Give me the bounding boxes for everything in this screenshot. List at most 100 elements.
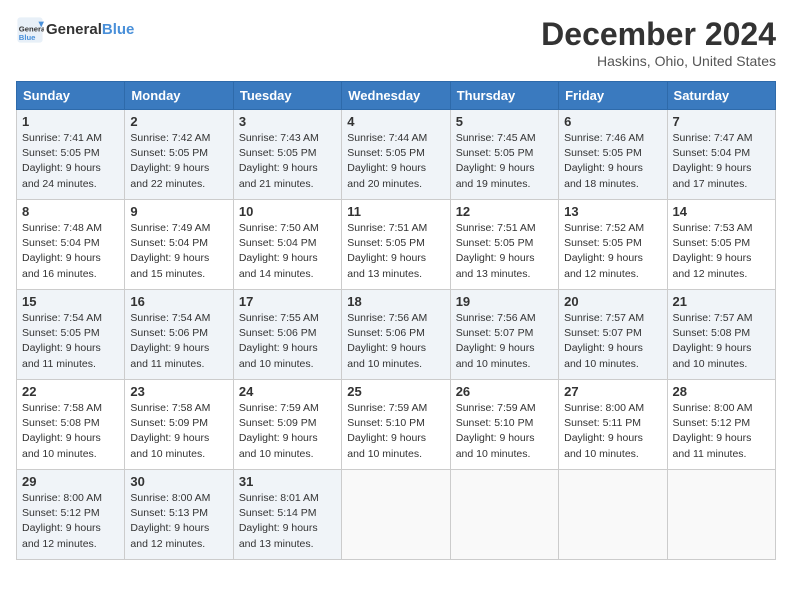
calendar-cell: 8 Sunrise: 7:48 AMSunset: 5:04 PMDaylight… <box>17 200 125 290</box>
day-number: 10 <box>239 204 336 219</box>
weekday-header-monday: Monday <box>125 82 233 110</box>
calendar-cell: 9 Sunrise: 7:49 AMSunset: 5:04 PMDaylight… <box>125 200 233 290</box>
calendar-cell: 1 Sunrise: 7:41 AMSunset: 5:05 PMDaylight… <box>17 110 125 200</box>
calendar-cell: 21Sunrise: 7:57 AMSunset: 5:08 PMDayligh… <box>667 290 775 380</box>
calendar-cell: 12 Sunrise: 7:51 AMSunset: 5:05 PMDayligh… <box>450 200 558 290</box>
day-info: Sunrise: 8:00 AMSunset: 5:13 PMDaylight:… <box>130 491 227 552</box>
logo-icon: General Blue <box>16 16 44 44</box>
day-info: Sunrise: 7:53 AMSunset: 5:05 PMDaylight:… <box>673 221 770 282</box>
day-number: 31 <box>239 474 336 489</box>
day-number: 4 <box>347 114 444 129</box>
day-info: Sunrise: 7:59 AMSunset: 5:09 PMDaylight:… <box>239 401 336 462</box>
day-info: Sunrise: 7:49 AMSunset: 5:04 PMDaylight:… <box>130 221 227 282</box>
calendar-cell: 30Sunrise: 8:00 AMSunset: 5:13 PMDayligh… <box>125 470 233 560</box>
day-number: 16 <box>130 294 227 309</box>
day-info: Sunrise: 7:59 AMSunset: 5:10 PMDaylight:… <box>347 401 444 462</box>
calendar-cell: 10 Sunrise: 7:50 AMSunset: 5:04 PMDayligh… <box>233 200 341 290</box>
weekday-header-saturday: Saturday <box>667 82 775 110</box>
logo: General Blue GeneralBlue <box>16 16 134 44</box>
day-number: 24 <box>239 384 336 399</box>
calendar-cell: 23Sunrise: 7:58 AMSunset: 5:09 PMDayligh… <box>125 380 233 470</box>
calendar-cell: 2 Sunrise: 7:42 AMSunset: 5:05 PMDaylight… <box>125 110 233 200</box>
day-number: 1 <box>22 114 119 129</box>
day-number: 6 <box>564 114 661 129</box>
day-info: Sunrise: 8:01 AMSunset: 5:14 PMDaylight:… <box>239 491 336 552</box>
day-info: Sunrise: 7:47 AMSunset: 5:04 PMDaylight:… <box>673 131 770 192</box>
day-number: 2 <box>130 114 227 129</box>
day-info: Sunrise: 7:54 AMSunset: 5:06 PMDaylight:… <box>130 311 227 372</box>
day-number: 11 <box>347 204 444 219</box>
calendar-cell: 27 Sunrise: 8:00 AMSunset: 5:11 PMDayligh… <box>559 380 667 470</box>
weekday-header-wednesday: Wednesday <box>342 82 450 110</box>
calendar-cell <box>559 470 667 560</box>
calendar-cell: 29 Sunrise: 8:00 AMSunset: 5:12 PMDayligh… <box>17 470 125 560</box>
day-info: Sunrise: 7:41 AMSunset: 5:05 PMDaylight:… <box>22 131 119 192</box>
calendar-week-2: 8 Sunrise: 7:48 AMSunset: 5:04 PMDaylight… <box>17 200 776 290</box>
calendar-cell: 20 Sunrise: 7:57 AMSunset: 5:07 PMDayligh… <box>559 290 667 380</box>
day-info: Sunrise: 7:42 AMSunset: 5:05 PMDaylight:… <box>130 131 227 192</box>
day-info: Sunrise: 7:57 AMSunset: 5:07 PMDaylight:… <box>564 311 661 372</box>
calendar-cell: 16 Sunrise: 7:54 AMSunset: 5:06 PMDayligh… <box>125 290 233 380</box>
logo-text-blue: Blue <box>102 21 135 38</box>
calendar-cell: 14 Sunrise: 7:53 AMSunset: 5:05 PMDayligh… <box>667 200 775 290</box>
weekday-header-sunday: Sunday <box>17 82 125 110</box>
calendar-cell: 4 Sunrise: 7:44 AMSunset: 5:05 PMDaylight… <box>342 110 450 200</box>
day-info: Sunrise: 7:51 AMSunset: 5:05 PMDaylight:… <box>347 221 444 282</box>
day-info: Sunrise: 8:00 AMSunset: 5:12 PMDaylight:… <box>22 491 119 552</box>
day-info: Sunrise: 7:59 AMSunset: 5:10 PMDaylight:… <box>456 401 553 462</box>
calendar-week-1: 1 Sunrise: 7:41 AMSunset: 5:05 PMDaylight… <box>17 110 776 200</box>
calendar-cell: 24 Sunrise: 7:59 AMSunset: 5:09 PMDayligh… <box>233 380 341 470</box>
calendar-table: SundayMondayTuesdayWednesdayThursdayFrid… <box>16 81 776 560</box>
day-number: 27 <box>564 384 661 399</box>
page-header: General Blue GeneralBlue December 2024 H… <box>16 16 776 69</box>
day-number: 29 <box>22 474 119 489</box>
calendar-cell: 3 Sunrise: 7:43 AMSunset: 5:05 PMDaylight… <box>233 110 341 200</box>
day-number: 18 <box>347 294 444 309</box>
day-number: 9 <box>130 204 227 219</box>
day-number: 5 <box>456 114 553 129</box>
day-number: 13 <box>564 204 661 219</box>
calendar-week-4: 22Sunrise: 7:58 AMSunset: 5:08 PMDayligh… <box>17 380 776 470</box>
day-info: Sunrise: 8:00 AMSunset: 5:12 PMDaylight:… <box>673 401 770 462</box>
day-number: 7 <box>673 114 770 129</box>
day-info: Sunrise: 7:58 AMSunset: 5:08 PMDaylight:… <box>22 401 119 462</box>
calendar-cell: 13 Sunrise: 7:52 AMSunset: 5:05 PMDayligh… <box>559 200 667 290</box>
calendar-cell: 18Sunrise: 7:56 AMSunset: 5:06 PMDayligh… <box>342 290 450 380</box>
day-info: Sunrise: 7:46 AMSunset: 5:05 PMDaylight:… <box>564 131 661 192</box>
calendar-cell: 31 Sunrise: 8:01 AMSunset: 5:14 PMDayligh… <box>233 470 341 560</box>
calendar-cell: 22Sunrise: 7:58 AMSunset: 5:08 PMDayligh… <box>17 380 125 470</box>
day-number: 3 <box>239 114 336 129</box>
day-info: Sunrise: 7:52 AMSunset: 5:05 PMDaylight:… <box>564 221 661 282</box>
calendar-week-5: 29 Sunrise: 8:00 AMSunset: 5:12 PMDayligh… <box>17 470 776 560</box>
calendar-cell: 19 Sunrise: 7:56 AMSunset: 5:07 PMDayligh… <box>450 290 558 380</box>
calendar-cell: 17 Sunrise: 7:55 AMSunset: 5:06 PMDayligh… <box>233 290 341 380</box>
day-number: 8 <box>22 204 119 219</box>
weekday-header-row: SundayMondayTuesdayWednesdayThursdayFrid… <box>17 82 776 110</box>
day-info: Sunrise: 7:50 AMSunset: 5:04 PMDaylight:… <box>239 221 336 282</box>
day-info: Sunrise: 8:00 AMSunset: 5:11 PMDaylight:… <box>564 401 661 462</box>
weekday-header-thursday: Thursday <box>450 82 558 110</box>
day-info: Sunrise: 7:44 AMSunset: 5:05 PMDaylight:… <box>347 131 444 192</box>
day-info: Sunrise: 7:48 AMSunset: 5:04 PMDaylight:… <box>22 221 119 282</box>
calendar-cell: 26 Sunrise: 7:59 AMSunset: 5:10 PMDayligh… <box>450 380 558 470</box>
weekday-header-tuesday: Tuesday <box>233 82 341 110</box>
day-info: Sunrise: 7:43 AMSunset: 5:05 PMDaylight:… <box>239 131 336 192</box>
day-number: 25 <box>347 384 444 399</box>
calendar-cell <box>450 470 558 560</box>
calendar-cell: 28Sunrise: 8:00 AMSunset: 5:12 PMDayligh… <box>667 380 775 470</box>
logo-text-general: General <box>46 21 102 38</box>
day-number: 14 <box>673 204 770 219</box>
day-number: 26 <box>456 384 553 399</box>
calendar-cell: 7 Sunrise: 7:47 AMSunset: 5:04 PMDaylight… <box>667 110 775 200</box>
calendar-cell: 25 Sunrise: 7:59 AMSunset: 5:10 PMDayligh… <box>342 380 450 470</box>
day-number: 20 <box>564 294 661 309</box>
day-number: 19 <box>456 294 553 309</box>
day-number: 17 <box>239 294 336 309</box>
calendar-cell: 11 Sunrise: 7:51 AMSunset: 5:05 PMDayligh… <box>342 200 450 290</box>
day-info: Sunrise: 7:55 AMSunset: 5:06 PMDaylight:… <box>239 311 336 372</box>
day-info: Sunrise: 7:56 AMSunset: 5:07 PMDaylight:… <box>456 311 553 372</box>
day-number: 12 <box>456 204 553 219</box>
day-number: 23 <box>130 384 227 399</box>
day-info: Sunrise: 7:51 AMSunset: 5:05 PMDaylight:… <box>456 221 553 282</box>
svg-text:Blue: Blue <box>19 33 36 42</box>
